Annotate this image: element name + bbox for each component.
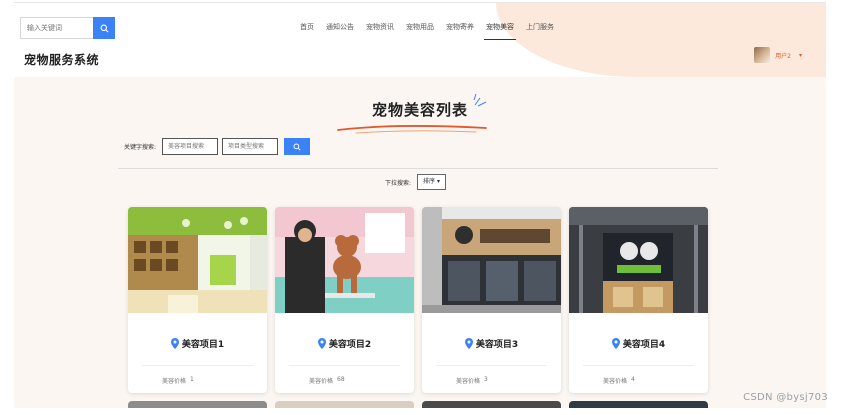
search-button[interactable] — [93, 17, 115, 39]
card-name-text: 美容项目3 — [475, 340, 519, 350]
nav-pet-supplies[interactable]: 宠物用品 — [400, 21, 440, 41]
card-title[interactable]: 美容项目1 — [128, 337, 267, 350]
location-pin-icon — [317, 338, 326, 349]
card-image[interactable] — [569, 207, 708, 313]
title-underline-decoration — [337, 125, 487, 134]
card-name-text: 美容项目2 — [328, 340, 372, 350]
card-divider — [583, 365, 694, 366]
card-price: 美容价格 1 — [162, 376, 194, 385]
card-price: 美容价格 4 — [603, 376, 635, 385]
price-value: 68 — [337, 376, 345, 383]
sort-dropdown-button[interactable]: 排序 ▾ — [417, 174, 446, 190]
card-divider — [289, 365, 400, 366]
dropdown-search-label: 下拉搜索: — [385, 179, 412, 187]
card-name-text: 美容项目4 — [622, 340, 666, 350]
location-pin-icon — [464, 338, 473, 349]
project-type-search-input[interactable] — [222, 138, 279, 155]
filter-row: 关键字搜索: — [124, 138, 311, 155]
grooming-card[interactable]: 美容项目4 美容价格 4 — [569, 207, 708, 393]
page-title-wrap: 宠物美容列表 — [14, 99, 826, 120]
grooming-card-partial[interactable] — [128, 401, 267, 408]
grooming-name-search-input[interactable] — [162, 138, 219, 155]
price-label: 美容价格 — [603, 378, 628, 385]
search-icon — [293, 142, 301, 151]
grooming-card[interactable]: 美容项目1 美容价格 1 — [128, 207, 267, 393]
card-title[interactable]: 美容项目4 — [569, 337, 708, 350]
sparkle-icon — [473, 93, 487, 107]
card-divider — [436, 365, 547, 366]
location-pin-icon — [170, 338, 179, 349]
card-title[interactable]: 美容项目3 — [422, 337, 561, 350]
card-image[interactable] — [275, 207, 414, 313]
card-image[interactable] — [422, 207, 561, 313]
divider — [118, 168, 718, 169]
price-value: 3 — [484, 376, 488, 383]
card-price: 美容价格 3 — [456, 376, 488, 385]
sort-row: 下拉搜索: 排序 ▾ — [385, 174, 446, 190]
grooming-card[interactable]: 美容项目2 美容价格 68 — [275, 207, 414, 393]
nav-pet-grooming[interactable]: 宠物美容 — [480, 21, 520, 41]
sort-button-label: 排序 — [423, 178, 436, 185]
price-value: 1 — [190, 376, 194, 383]
price-value: 4 — [631, 376, 635, 383]
price-label: 美容价格 — [456, 378, 481, 385]
main-nav: 首页 通知公告 宠物资讯 宠物用品 宠物寄养 宠物美容 上门服务 — [294, 21, 560, 41]
header: 宠物服务系统 首页 通知公告 宠物资讯 宠物用品 宠物寄养 宠物美容 上门服务 … — [14, 3, 826, 77]
brand-title: 宠物服务系统 — [24, 53, 100, 67]
chevron-down-icon[interactable]: ▾ — [799, 52, 802, 59]
grooming-card-list-row-2 — [128, 401, 708, 408]
price-label: 美容价格 — [162, 378, 187, 385]
price-label: 美容价格 — [309, 378, 334, 385]
grooming-card-partial[interactable] — [422, 401, 561, 408]
grooming-card-list: 美容项目1 美容价格 1 美容项目2 美容价格 68 美容项目3 美容价格 3 … — [128, 207, 708, 393]
location-pin-icon — [611, 338, 620, 349]
nav-pet-boarding[interactable]: 宠物寄养 — [440, 21, 480, 41]
search-icon — [100, 24, 108, 32]
grooming-card[interactable]: 美容项目3 美容价格 3 — [422, 207, 561, 393]
page-frame: 宠物服务系统 首页 通知公告 宠物资讯 宠物用品 宠物寄养 宠物美容 上门服务 … — [14, 2, 826, 408]
card-price: 美容价格 68 — [309, 376, 345, 385]
page-title: 宠物美容列表 — [371, 101, 468, 119]
nav-notices[interactable]: 通知公告 — [320, 21, 360, 41]
watermark-text: CSDN @bysj703 — [743, 392, 828, 403]
keyword-search-label: 关键字搜索: — [124, 144, 157, 151]
user-menu[interactable]: 用户2 ▾ — [754, 47, 802, 63]
nav-home[interactable]: 首页 — [294, 21, 320, 41]
search-input[interactable] — [20, 17, 94, 39]
nav-home-service[interactable]: 上门服务 — [520, 21, 560, 41]
card-divider — [142, 365, 253, 366]
card-image[interactable] — [128, 207, 267, 313]
user-name[interactable]: 用户2 — [775, 51, 791, 60]
grooming-card-partial[interactable] — [569, 401, 708, 408]
filter-search-button[interactable] — [284, 138, 311, 155]
card-title[interactable]: 美容项目2 — [275, 337, 414, 350]
grooming-card-partial[interactable] — [275, 401, 414, 408]
nav-pet-news[interactable]: 宠物资讯 — [360, 21, 400, 41]
card-name-text: 美容项目1 — [181, 340, 225, 350]
avatar[interactable] — [754, 47, 771, 63]
